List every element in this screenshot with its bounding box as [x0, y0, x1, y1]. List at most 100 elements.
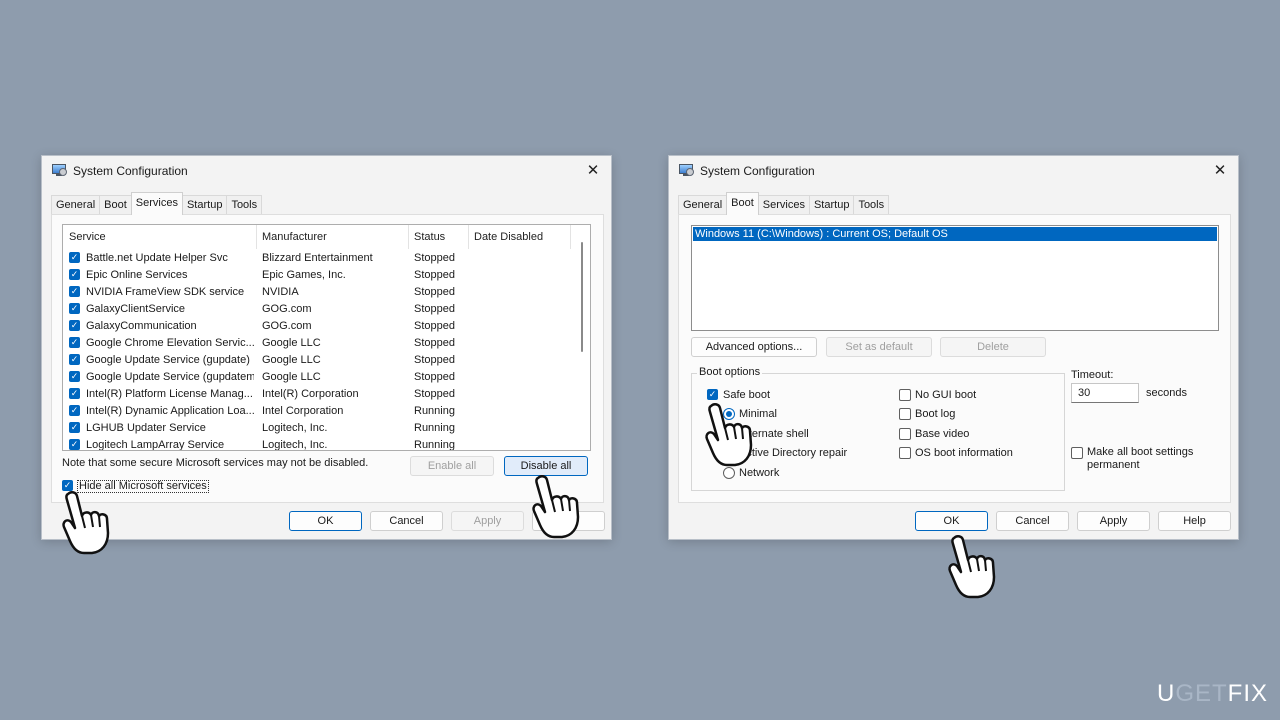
tab-tools[interactable]: Tools [226, 195, 263, 215]
disable-all-button[interactable]: Disable all [504, 456, 588, 476]
service-manufacturer: Google LLC [262, 371, 321, 383]
scrollbar-thumb[interactable] [581, 242, 583, 352]
tab-startup[interactable]: Startup [181, 195, 228, 215]
no-gui-boot-label: No GUI boot [915, 389, 977, 401]
service-checkbox[interactable]: ✓ [69, 320, 80, 331]
service-manufacturer: Intel(R) Corporation [262, 388, 359, 400]
timeout-input[interactable]: 30 [1071, 383, 1139, 403]
services-list: ✓ Battle.net Update Helper Svc Blizzard En… [63, 250, 575, 451]
service-status: Stopped [414, 252, 455, 264]
column-header-service[interactable]: Service [69, 231, 106, 243]
make-permanent-checkbox[interactable] [1071, 447, 1083, 459]
tab-boot[interactable]: Boot [99, 195, 132, 215]
service-checkbox[interactable]: ✓ [69, 388, 80, 399]
boot-options-label: Boot options [697, 366, 763, 378]
ok-button[interactable]: OK [915, 511, 988, 531]
service-checkbox[interactable]: ✓ [69, 252, 80, 263]
boot-os-list[interactable]: Windows 11 (C:\Windows) : Current OS; De… [691, 225, 1219, 331]
service-status: Stopped [414, 337, 455, 349]
cancel-button[interactable]: Cancel [370, 511, 443, 531]
column-header-date-disabled[interactable]: Date Disabled [474, 231, 543, 243]
column-header-status[interactable]: Status [414, 231, 445, 243]
safe-boot-checkbox[interactable]: ✓ [707, 389, 718, 400]
tab-services[interactable]: Services [130, 192, 183, 215]
vertical-scrollbar[interactable] [574, 225, 590, 450]
secure-services-note: Note that some secure Microsoft services… [62, 457, 369, 469]
table-row[interactable]: ✓ Google Update Service (gupdate) Google L… [63, 352, 575, 369]
table-row[interactable]: ✓ GalaxyCommunication GOG.com Stopped [63, 318, 575, 335]
service-checkbox[interactable]: ✓ [69, 371, 80, 382]
service-manufacturer: Epic Games, Inc. [262, 269, 346, 281]
service-checkbox[interactable]: ✓ [69, 354, 80, 365]
pointing-hand-icon [62, 491, 110, 555]
title-bar[interactable]: System Configuration ✕ [669, 156, 1238, 188]
service-checkbox[interactable]: ✓ [69, 286, 80, 297]
tab-general[interactable]: General [678, 195, 728, 215]
table-row[interactable]: ✓ Intel(R) Platform License Manag... Intel… [63, 386, 575, 403]
service-name: NVIDIA FrameView SDK service [86, 286, 245, 298]
table-row[interactable]: ✓ Intel(R) Dynamic Application Loa... Inte… [63, 403, 575, 420]
ok-button[interactable]: OK [289, 511, 362, 531]
service-status: Stopped [414, 371, 455, 383]
tab-strip: General Boot Services Startup Tools [678, 192, 890, 215]
service-name: Google Update Service (gupdate) [86, 354, 250, 366]
service-status: Running [414, 439, 455, 451]
service-manufacturer: Logitech, Inc. [262, 439, 328, 451]
tab-strip: General Boot Services Startup Tools [51, 192, 263, 215]
service-status: Stopped [414, 286, 455, 298]
service-status: Running [414, 422, 455, 434]
service-name: Google Chrome Elevation Servic... [86, 337, 254, 349]
table-row[interactable]: ✓ Battle.net Update Helper Svc Blizzard En… [63, 250, 575, 267]
delete-button[interactable]: Delete [940, 337, 1046, 357]
tab-general[interactable]: General [51, 195, 101, 215]
service-checkbox[interactable]: ✓ [69, 303, 80, 314]
base-video-checkbox[interactable] [899, 428, 911, 440]
boot-log-checkbox[interactable] [899, 408, 911, 420]
pointing-hand-icon [705, 403, 753, 467]
os-boot-information-checkbox[interactable] [899, 447, 911, 459]
service-status: Stopped [414, 320, 455, 332]
advanced-options-button[interactable]: Advanced options... [691, 337, 817, 357]
tab-startup[interactable]: Startup [808, 195, 855, 215]
tab-services[interactable]: Services [757, 195, 810, 215]
network-radio[interactable] [723, 467, 735, 479]
apply-button[interactable]: Apply [451, 511, 524, 531]
table-row[interactable]: ✓ Google Update Service (gupdatem) Google … [63, 369, 575, 386]
safe-boot-label: Safe boot [723, 389, 771, 401]
service-checkbox[interactable]: ✓ [69, 422, 80, 433]
network-label: Network [739, 467, 780, 479]
service-checkbox[interactable]: ✓ [69, 439, 80, 450]
set-as-default-button[interactable]: Set as default [826, 337, 932, 357]
table-row[interactable]: ✓ Google Chrome Elevation Servic... Google… [63, 335, 575, 352]
tab-tools[interactable]: Tools [853, 195, 890, 215]
apply-button[interactable]: Apply [1077, 511, 1150, 531]
close-icon[interactable]: ✕ [1208, 159, 1232, 183]
boot-os-entry-selected[interactable]: Windows 11 (C:\Windows) : Current OS; De… [693, 227, 1217, 241]
close-icon[interactable]: ✕ [581, 159, 605, 183]
service-checkbox[interactable]: ✓ [69, 269, 80, 280]
table-row[interactable]: ✓ NVIDIA FrameView SDK service NVIDIA Stopp… [63, 284, 575, 301]
table-row[interactable]: ✓ Epic Online Services Epic Games, Inc. Sto… [63, 267, 575, 284]
window-title: System Configuration [700, 164, 815, 178]
table-row[interactable]: ✓ Logitech LampArray Service Logitech, Inc… [63, 437, 575, 451]
service-status: Stopped [414, 388, 455, 400]
service-name: GalaxyCommunication [86, 320, 197, 332]
table-row[interactable]: ✓ GalaxyClientService GOG.com Stopped [63, 301, 575, 318]
column-header-manufacturer[interactable]: Manufacturer [262, 231, 327, 243]
service-manufacturer: Google LLC [262, 337, 321, 349]
help-button[interactable]: Help [1158, 511, 1231, 531]
logo-part-u: U [1156, 680, 1176, 707]
service-checkbox[interactable]: ✓ [69, 405, 80, 416]
service-checkbox[interactable]: ✓ [69, 337, 80, 348]
enable-all-button[interactable]: Enable all [410, 456, 494, 476]
title-bar[interactable]: System Configuration ✕ [42, 156, 611, 188]
tab-boot[interactable]: Boot [726, 192, 759, 215]
service-manufacturer: NVIDIA [262, 286, 299, 298]
table-row[interactable]: ✓ LGHUB Updater Service Logitech, Inc. Runn… [63, 420, 575, 437]
timeout-label: Timeout: [1071, 369, 1114, 381]
service-status: Stopped [414, 303, 455, 315]
no-gui-boot-checkbox[interactable] [899, 389, 911, 401]
system-configuration-app-icon [679, 164, 694, 177]
cancel-button[interactable]: Cancel [996, 511, 1069, 531]
service-name: LGHUB Updater Service [86, 422, 206, 434]
